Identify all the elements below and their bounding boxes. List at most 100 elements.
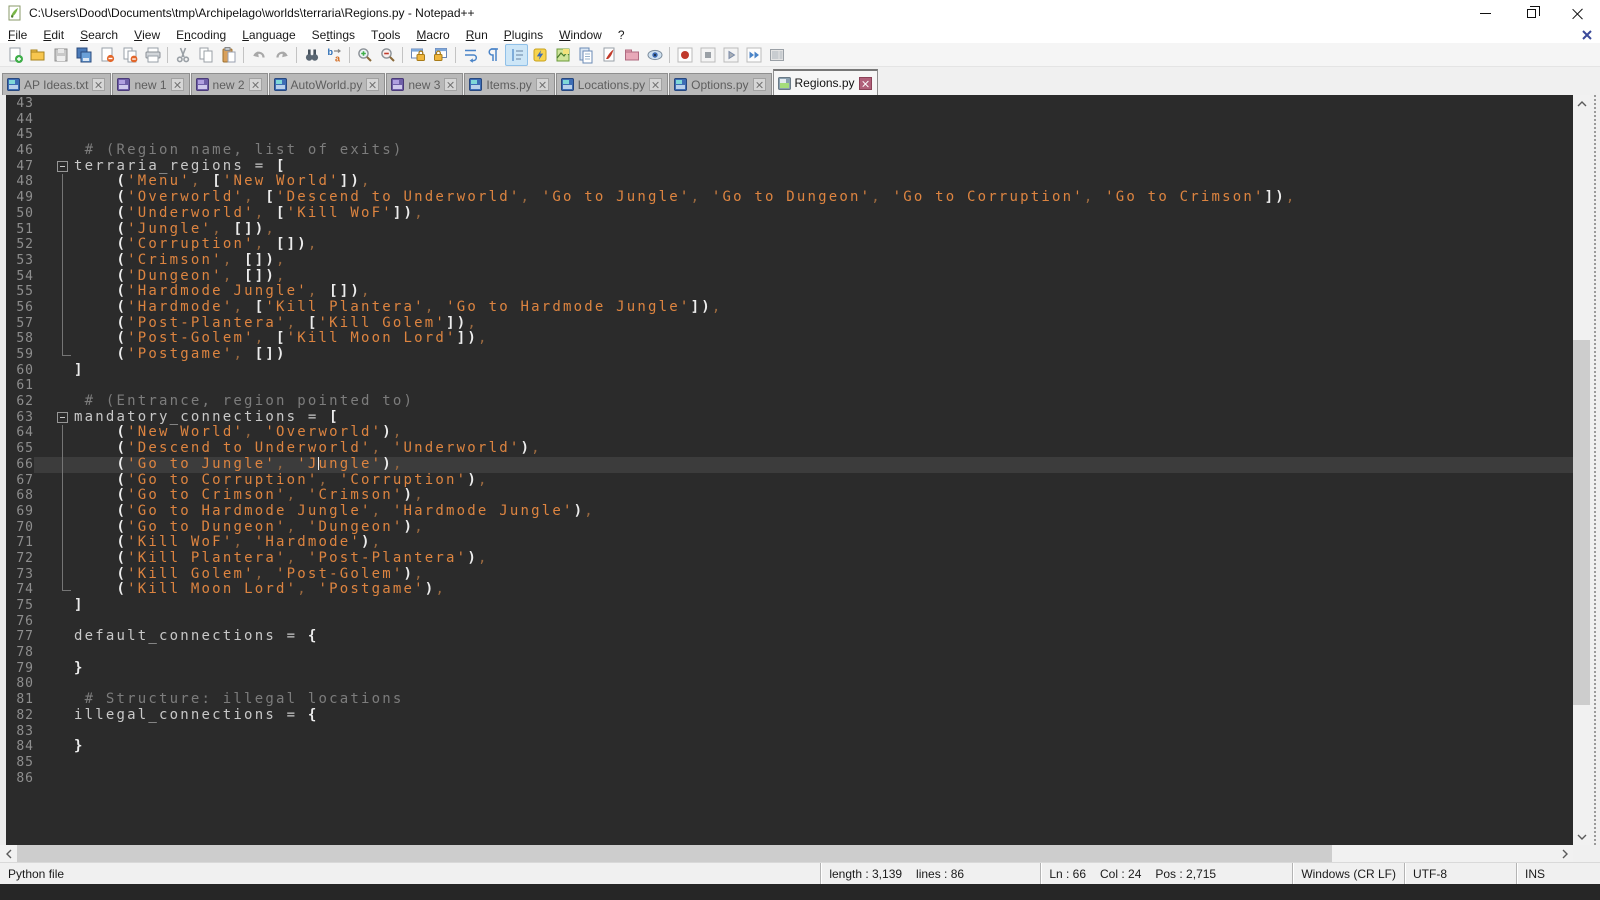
code-line-45[interactable]: 45 [6, 127, 1573, 143]
code-line-69[interactable]: 69 ('Go to Hardmode Jungle', 'Hardmode J… [6, 504, 1573, 520]
code-line-76[interactable]: 76 [6, 614, 1573, 630]
toolbar-macro-run-multiple-button[interactable] [742, 44, 765, 66]
editor[interactable]: 43444546 # (Region name, list of exits)4… [0, 95, 1600, 845]
toolbar-print-button[interactable] [141, 44, 164, 66]
code-line-83[interactable]: 83 [6, 724, 1573, 740]
toolbar-macro-play-button[interactable] [719, 44, 742, 66]
tab-ap-ideas-txt[interactable]: AP Ideas.txt [2, 73, 111, 95]
code-line-48[interactable]: 48 ('Menu', ['New World']), [6, 174, 1573, 190]
tab-close-icon[interactable] [859, 77, 872, 90]
vertical-scrollbar-thumb[interactable] [1573, 340, 1590, 705]
code-line-62[interactable]: 62 # (Entrance, region pointed to) [6, 394, 1573, 410]
tab-close-icon[interactable] [171, 78, 184, 91]
code-line-53[interactable]: 53 ('Crimson', []), [6, 253, 1573, 269]
toolbar-cut-button[interactable] [171, 44, 194, 66]
toolbar-copy-button[interactable] [194, 44, 217, 66]
tab-locations-py[interactable]: Locations.py [556, 73, 668, 95]
code-line-47[interactable]: 47terraria_regions = [ [6, 159, 1573, 175]
tab-close-icon[interactable] [649, 78, 662, 91]
toolbar-show-all-chars-button[interactable] [482, 44, 505, 66]
scroll-up-arrow[interactable] [1573, 95, 1590, 112]
code-line-79[interactable]: 79} [6, 661, 1573, 677]
code-line-56[interactable]: 56 ('Hardmode', ['Kill Plantera', 'Go to… [6, 300, 1573, 316]
code-line-58[interactable]: 58 ('Post-Golem', ['Kill Moon Lord']), [6, 331, 1573, 347]
code-line-50[interactable]: 50 ('Underworld', ['Kill WoF']), [6, 206, 1573, 222]
toolbar-paste-button[interactable] [217, 44, 240, 66]
code-line-86[interactable]: 86 [6, 771, 1573, 787]
vertical-scrollbar[interactable] [1573, 95, 1590, 845]
code-line-49[interactable]: 49 ('Overworld', ['Descend to Underworld… [6, 190, 1573, 206]
code-line-71[interactable]: 71 ('Kill WoF', 'Hardmode'), [6, 535, 1573, 551]
fold-minus-icon[interactable] [57, 161, 68, 172]
toolbar-sync-vertical-button[interactable] [406, 44, 429, 66]
toolbar-indent-guide-button[interactable] [505, 44, 528, 66]
toolbar-new-file-button[interactable] [3, 44, 26, 66]
code-line-66[interactable]: 66 ('Go to Jungle', 'Jungle'), [6, 457, 1573, 473]
toolbar-close-button[interactable] [95, 44, 118, 66]
status-encoding[interactable]: UTF-8 [1404, 863, 1516, 884]
toolbar-word-wrap-button[interactable] [459, 44, 482, 66]
toolbar-redo-button[interactable] [270, 44, 293, 66]
tab-new-2[interactable]: new 2 [191, 73, 268, 95]
menu-help[interactable]: ? [610, 26, 633, 43]
menu-language[interactable]: Language [234, 26, 303, 43]
minimize-button[interactable] [1462, 0, 1508, 26]
toolbar-macro-save-button[interactable] [765, 44, 788, 66]
tab-new-1[interactable]: new 1 [112, 73, 189, 95]
toolbar-replace-button[interactable]: ba [323, 44, 346, 66]
fold-minus-icon[interactable] [57, 412, 68, 423]
toolbar-sync-horizontal-button[interactable] [429, 44, 452, 66]
menu-encoding[interactable]: Encoding [168, 26, 234, 43]
menu-view[interactable]: View [126, 26, 168, 43]
code-line-46[interactable]: 46 # (Region name, list of exits) [6, 143, 1573, 159]
code-line-67[interactable]: 67 ('Go to Corruption', 'Corruption'), [6, 473, 1573, 489]
menu-search[interactable]: Search [72, 26, 126, 43]
code-line-54[interactable]: 54 ('Dungeon', []), [6, 269, 1573, 285]
code-line-65[interactable]: 65 ('Descend to Underworld', 'Underworld… [6, 441, 1573, 457]
code-line-82[interactable]: 82illegal_connections = { [6, 708, 1573, 724]
code-line-59[interactable]: 59 ('Postgame', []) [6, 347, 1573, 363]
toolbar-save-button[interactable] [49, 44, 72, 66]
code-line-70[interactable]: 70 ('Go to Dungeon', 'Dungeon'), [6, 520, 1573, 536]
status-insert-mode[interactable]: INS [1516, 863, 1600, 884]
menu-edit[interactable]: Edit [35, 26, 72, 43]
toolbar-function-list-button[interactable] [528, 44, 551, 66]
code-line-74[interactable]: 74 ('Kill Moon Lord', 'Postgame'), [6, 582, 1573, 598]
code-area[interactable]: 43444546 # (Region name, list of exits)4… [6, 96, 1573, 845]
toolbar-document-map-button[interactable] [551, 44, 574, 66]
toolbar-zoom-in-button[interactable] [353, 44, 376, 66]
code-line-77[interactable]: 77default_connections = { [6, 629, 1573, 645]
close-button[interactable] [1554, 0, 1600, 26]
tab-items-py[interactable]: Items.py [464, 73, 554, 95]
scroll-right-arrow[interactable] [1556, 845, 1573, 862]
toolbar-save-all-button[interactable] [72, 44, 95, 66]
menu-run[interactable]: Run [458, 26, 496, 43]
toolbar-define-language-button[interactable] [597, 44, 620, 66]
code-line-68[interactable]: 68 ('Go to Crimson', 'Crimson'), [6, 488, 1573, 504]
tab-close-icon[interactable] [92, 78, 105, 91]
tab-new-3[interactable]: new 3 [386, 73, 463, 95]
toolbar-find-button[interactable] [300, 44, 323, 66]
code-line-43[interactable]: 43 [6, 96, 1573, 112]
code-line-63[interactable]: 63mandatory_connections = [ [6, 410, 1573, 426]
code-line-72[interactable]: 72 ('Kill Plantera', 'Post-Plantera'), [6, 551, 1573, 567]
status-eol-format[interactable]: Windows (CR LF) [1292, 863, 1404, 884]
code-line-44[interactable]: 44 [6, 112, 1573, 128]
code-line-73[interactable]: 73 ('Kill Golem', 'Post-Golem'), [6, 567, 1573, 583]
close-document-x-button[interactable] [1580, 28, 1594, 42]
menu-window[interactable]: Window [551, 26, 610, 43]
horizontal-scrollbar-track[interactable] [17, 845, 1556, 862]
code-line-84[interactable]: 84} [6, 739, 1573, 755]
code-line-64[interactable]: 64 ('New World', 'Overworld'), [6, 425, 1573, 441]
tab-close-icon[interactable] [536, 78, 549, 91]
menu-macro[interactable]: Macro [408, 26, 457, 43]
tab-close-icon[interactable] [249, 78, 262, 91]
horizontal-scrollbar-thumb[interactable] [17, 845, 1332, 862]
toolbar-macro-record-button[interactable] [673, 44, 696, 66]
tab-regions-py[interactable]: Regions.py [773, 69, 878, 95]
restore-button[interactable] [1508, 0, 1554, 26]
tab-close-icon[interactable] [366, 78, 379, 91]
tab-autoworld-py[interactable]: AutoWorld.py [269, 73, 386, 95]
toolbar-folder-as-workspace-button[interactable] [620, 44, 643, 66]
code-line-52[interactable]: 52 ('Corruption', []), [6, 237, 1573, 253]
